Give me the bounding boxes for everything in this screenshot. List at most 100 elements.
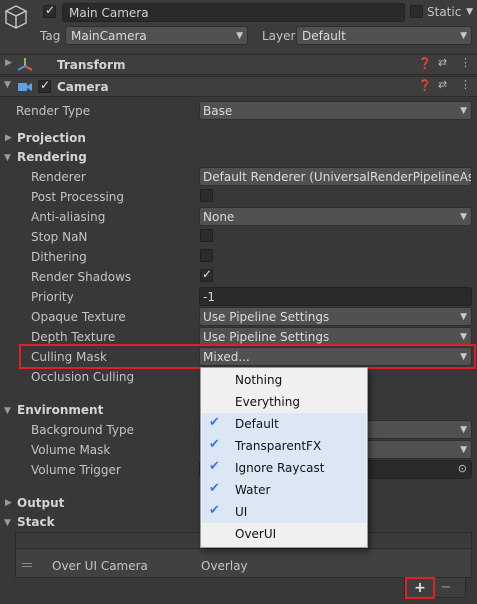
static-label: Static bbox=[427, 5, 462, 19]
check-icon: ✔ bbox=[209, 503, 220, 518]
remove-icon: − bbox=[440, 580, 452, 595]
menu-item-label: Everything bbox=[235, 395, 300, 409]
chevron-down-icon: ▼ bbox=[460, 31, 467, 41]
object-name-field[interactable]: Main Camera bbox=[62, 3, 405, 22]
layer-value: Default bbox=[302, 29, 346, 43]
menu-item-label: TransparentFX bbox=[235, 439, 322, 453]
render-shadows-checkbox[interactable] bbox=[200, 267, 213, 282]
chevron-down-icon: ▼ bbox=[460, 312, 467, 322]
tag-label: Tag bbox=[40, 29, 61, 43]
culling-mask-highlight bbox=[19, 344, 476, 369]
priority-value: -1 bbox=[203, 290, 215, 304]
drag-handle-icon[interactable] bbox=[22, 563, 32, 567]
renderer-dropdown[interactable]: Default Renderer (UniversalRenderPipelin… bbox=[199, 167, 472, 186]
chevron-down-icon: ▼ bbox=[460, 425, 467, 435]
rendering-foldout[interactable]: Rendering bbox=[17, 149, 87, 165]
depth-texture-value: Use Pipeline Settings bbox=[203, 330, 330, 344]
help-icon[interactable]: ❓ bbox=[418, 79, 432, 92]
stack-foldout[interactable]: Stack bbox=[17, 514, 55, 530]
static-checkbox[interactable] bbox=[410, 5, 423, 18]
stack-entry-name: Over UI Camera bbox=[52, 559, 148, 573]
render-shadows-label: Render Shadows bbox=[31, 270, 132, 284]
camera-title: Camera bbox=[57, 80, 109, 94]
post-processing-checkbox[interactable] bbox=[200, 189, 213, 202]
renderer-value: Default Renderer (UniversalRenderPipelin… bbox=[203, 170, 472, 184]
static-dropdown[interactable]: Static ▼ bbox=[427, 4, 475, 22]
help-icon[interactable]: ❓ bbox=[418, 57, 432, 70]
render-type-label: Render Type bbox=[16, 104, 91, 118]
presets-icon[interactable]: ⇄ bbox=[438, 78, 447, 91]
menu-item-label: Water bbox=[235, 483, 271, 497]
opaque-texture-value: Use Pipeline Settings bbox=[203, 310, 330, 324]
layer-label: Layer bbox=[262, 29, 296, 43]
context-menu-icon[interactable]: ⋮ bbox=[460, 56, 471, 69]
menu-item-ignore-raycast[interactable]: ✔ Ignore Raycast bbox=[202, 457, 366, 479]
environment-foldout[interactable]: Environment bbox=[17, 402, 103, 418]
chevron-down-icon: ▼ bbox=[460, 445, 467, 455]
check-icon: ✔ bbox=[209, 415, 220, 430]
volume-mask-label: Volume Mask bbox=[31, 443, 111, 457]
tag-value: MainCamera bbox=[71, 29, 147, 43]
menu-item-transparentfx[interactable]: ✔ TransparentFX bbox=[202, 435, 366, 457]
transform-title: Transform bbox=[57, 58, 126, 72]
menu-item-default[interactable]: ✔ Default bbox=[202, 413, 366, 435]
opaque-texture-label: Opaque Texture bbox=[31, 310, 126, 324]
dithering-label: Dithering bbox=[31, 250, 87, 264]
chevron-down-icon: ▼ bbox=[460, 332, 467, 342]
gameobject-cube-icon bbox=[4, 4, 28, 30]
menu-item-label: OverUI bbox=[235, 527, 277, 541]
render-type-dropdown[interactable]: Base ▼ bbox=[199, 101, 472, 120]
add-stack-button[interactable]: + bbox=[405, 577, 435, 599]
stop-nan-label: Stop NaN bbox=[31, 230, 88, 244]
check-icon: ✔ bbox=[209, 459, 220, 474]
dithering-checkbox[interactable] bbox=[200, 249, 213, 262]
menu-item-label: Nothing bbox=[235, 373, 283, 387]
menu-item-ui[interactable]: ✔ UI bbox=[202, 501, 366, 523]
post-processing-label: Post Processing bbox=[31, 190, 124, 204]
priority-field[interactable]: -1 bbox=[199, 287, 472, 306]
priority-label: Priority bbox=[31, 290, 74, 304]
chevron-down-icon: ▼ bbox=[460, 212, 467, 222]
chevron-down-icon: ▼ bbox=[460, 106, 467, 116]
check-icon: ✔ bbox=[209, 437, 220, 452]
add-icon: + bbox=[414, 580, 426, 596]
stop-nan-checkbox[interactable] bbox=[200, 229, 213, 242]
menu-item-nothing[interactable]: Nothing bbox=[202, 369, 366, 391]
active-checkbox[interactable] bbox=[43, 3, 56, 18]
context-menu-icon[interactable]: ⋮ bbox=[460, 78, 471, 91]
occlusion-culling-label: Occlusion Culling bbox=[31, 370, 135, 384]
output-foldout[interactable]: Output bbox=[17, 495, 64, 511]
menu-item-water[interactable]: ✔ Water bbox=[202, 479, 366, 501]
foldout-collapsed-icon[interactable]: ▶ bbox=[5, 498, 12, 508]
menu-item-label: Ignore Raycast bbox=[235, 461, 325, 475]
transform-icon bbox=[17, 57, 33, 73]
chevron-down-icon: ▼ bbox=[236, 31, 243, 41]
culling-mask-menu: Nothing Everything ✔ Default ✔ Transpare… bbox=[200, 367, 368, 548]
object-picker-icon[interactable]: ⊙ bbox=[458, 462, 467, 475]
anti-aliasing-label: Anti-aliasing bbox=[31, 210, 106, 224]
anti-aliasing-dropdown[interactable]: None ▼ bbox=[199, 207, 472, 226]
remove-stack-button[interactable]: − bbox=[438, 580, 454, 596]
tag-dropdown[interactable]: MainCamera ▼ bbox=[65, 26, 248, 45]
projection-foldout[interactable]: Projection bbox=[17, 130, 86, 146]
check-icon: ✔ bbox=[209, 481, 220, 496]
foldout-expanded-icon[interactable]: ▼ bbox=[4, 153, 11, 163]
foldout-expanded-icon[interactable]: ▼ bbox=[4, 518, 11, 528]
layer-dropdown[interactable]: Default ▼ bbox=[296, 26, 472, 45]
menu-item-everything[interactable]: Everything bbox=[202, 391, 366, 413]
menu-item-label: Default bbox=[235, 417, 279, 431]
foldout-expanded-icon[interactable]: ▼ bbox=[4, 406, 11, 416]
menu-item-overui[interactable]: OverUI bbox=[202, 523, 366, 545]
object-name-text: Main Camera bbox=[69, 6, 149, 20]
chevron-down-icon: ▼ bbox=[466, 7, 473, 17]
stack-entry-type: Overlay bbox=[201, 559, 248, 573]
presets-icon[interactable]: ⇄ bbox=[438, 56, 447, 69]
foldout-collapsed-icon[interactable]: ▶ bbox=[5, 58, 12, 68]
depth-texture-label: Depth Texture bbox=[31, 330, 116, 344]
foldout-expanded-icon[interactable]: ▼ bbox=[4, 80, 11, 90]
foldout-collapsed-icon[interactable]: ▶ bbox=[5, 133, 12, 143]
anti-aliasing-value: None bbox=[203, 210, 235, 224]
opaque-texture-dropdown[interactable]: Use Pipeline Settings ▼ bbox=[199, 307, 472, 326]
camera-icon bbox=[17, 80, 33, 93]
camera-enabled-checkbox[interactable] bbox=[38, 78, 51, 93]
